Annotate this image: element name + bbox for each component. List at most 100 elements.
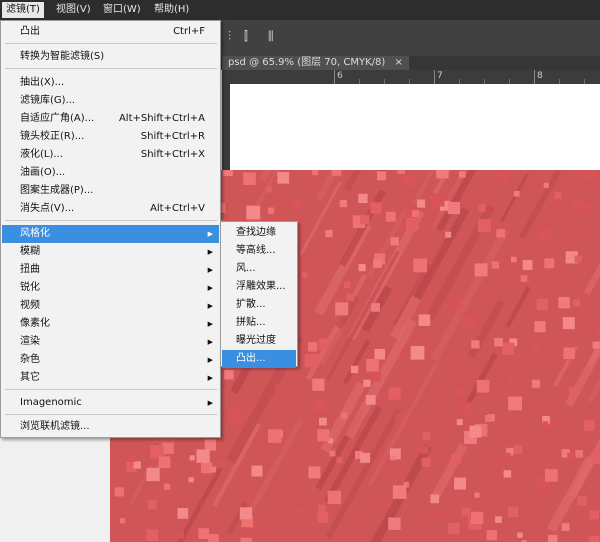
- extrude-block: [595, 326, 600, 337]
- extrude-block: [277, 171, 290, 184]
- extrude-block: [210, 466, 216, 473]
- menu-item-pattern-maker[interactable]: 图案生成器(P)...: [2, 182, 219, 200]
- extrude-block: [563, 347, 575, 359]
- extrude-block: [307, 342, 318, 352]
- menu-item-imagenomic[interactable]: Imagenomic ▶: [2, 394, 219, 412]
- extrude-block: [418, 314, 431, 326]
- extrude-block: [485, 415, 492, 422]
- menu-item-vanishing-point[interactable]: 消失点(V)... Alt+Ctrl+V: [2, 200, 219, 218]
- extrude-block: [445, 231, 452, 238]
- menu-item-liquify[interactable]: 液化(L)... Shift+Ctrl+X: [2, 146, 219, 164]
- extrude-block: [162, 442, 174, 454]
- menu-item-pixelate[interactable]: 像素化 ▶: [2, 315, 219, 333]
- align-left-icon[interactable]: ⫶: [228, 29, 231, 44]
- menu-separator: [5, 414, 217, 415]
- extrude-streak: [467, 299, 505, 359]
- menu-item-oil-paint[interactable]: 油画(O)...: [2, 164, 219, 182]
- menu-item-browse-online-filters[interactable]: 浏览联机滤镜...: [2, 418, 219, 436]
- close-icon[interactable]: ×: [394, 57, 402, 68]
- menu-item-video[interactable]: 视频 ▶: [2, 297, 219, 315]
- menu-item-noise[interactable]: 杂色 ▶: [2, 351, 219, 369]
- menu-item-adaptive-wide-angle[interactable]: 自适应广角(A)... Alt+Shift+Ctrl+A: [2, 110, 219, 128]
- ruler-label: 7: [437, 71, 443, 81]
- extrude-block: [319, 417, 327, 426]
- extrude-block: [189, 455, 195, 461]
- menu-help[interactable]: 帮助(H): [150, 2, 193, 18]
- menu-item-label: 转换为智能滤镜(S): [20, 51, 105, 62]
- ruler-tick: [434, 70, 435, 84]
- submenu-item-diffuse[interactable]: 扩散...: [222, 296, 296, 314]
- menu-item-sharpen[interactable]: 锐化 ▶: [2, 279, 219, 297]
- extrude-block: [395, 414, 403, 422]
- submenu-item-solarize[interactable]: 曝光过度: [222, 332, 296, 350]
- align-center-icon[interactable]: ⫿: [244, 29, 248, 44]
- filter-menu: 凸出 Ctrl+F 转换为智能滤镜(S) 抽出(X)... 滤镜库(G)... …: [0, 20, 221, 438]
- extrude-block: [510, 256, 517, 263]
- extrude-block: [455, 386, 466, 398]
- extrude-block: [308, 466, 321, 479]
- extrude-block: [114, 487, 124, 497]
- extrude-block: [448, 522, 460, 535]
- extrude-block: [339, 199, 347, 208]
- extrude-block: [390, 455, 396, 461]
- extrude-block: [128, 454, 136, 462]
- extrude-block: [537, 228, 552, 242]
- menu-separator: [5, 43, 217, 44]
- distribute-icon[interactable]: ⫼: [268, 29, 274, 44]
- extrude-block: [335, 302, 349, 316]
- extrude-block: [365, 395, 376, 405]
- extrude-block: [223, 170, 233, 177]
- extrude-block: [413, 258, 428, 273]
- menu-item-label: 模糊: [20, 246, 40, 257]
- menu-item-label: 渲染: [20, 336, 40, 347]
- extrude-block: [198, 528, 209, 539]
- extrude-block: [146, 529, 159, 542]
- submenu-item-extrude[interactable]: 凸出...: [222, 350, 296, 368]
- extrude-block: [449, 296, 462, 309]
- menu-item-label: 视频: [20, 300, 40, 311]
- menu-view[interactable]: 视图(V): [52, 2, 95, 18]
- extrude-block: [325, 229, 333, 238]
- extrude-block: [177, 508, 189, 519]
- extrude-block: [421, 457, 431, 467]
- extrude-block: [548, 534, 558, 542]
- extrude-block: [454, 477, 467, 490]
- submenu-item-trace-contour[interactable]: 等高线...: [222, 242, 296, 260]
- extrude-block: [402, 175, 415, 188]
- submenu-item-find-edges[interactable]: 查找边缘: [222, 224, 296, 242]
- menu-item-extract[interactable]: 抽出(X)...: [2, 74, 219, 92]
- submenu-item-emboss[interactable]: 浮雕效果...: [222, 278, 296, 296]
- menu-filter[interactable]: 滤镜(T): [2, 2, 44, 18]
- menu-item-blur[interactable]: 模糊 ▶: [2, 243, 219, 261]
- menu-item-lens-correction[interactable]: 镜头校正(R)... Shift+Ctrl+R: [2, 128, 219, 146]
- extrude-block: [370, 202, 382, 214]
- extrude-block: [266, 186, 273, 193]
- menu-item-render[interactable]: 渲染 ▶: [2, 333, 219, 351]
- extrude-block: [494, 338, 503, 347]
- document-tab[interactable]: psd @ 65.9% (图层 70, CMYK/8) ×: [222, 56, 409, 70]
- menu-item-other[interactable]: 其它 ▶: [2, 369, 219, 387]
- extrude-block: [239, 507, 252, 520]
- menu-item-convert-smart-filter[interactable]: 转换为智能滤镜(S): [2, 48, 219, 66]
- extrude-block: [562, 317, 575, 330]
- extrude-block: [451, 453, 462, 464]
- menu-item-last-filter[interactable]: 凸出 Ctrl+F: [2, 23, 219, 41]
- menu-item-filter-gallery[interactable]: 滤镜库(G)...: [2, 92, 219, 110]
- menu-item-distort[interactable]: 扭曲 ▶: [2, 261, 219, 279]
- menu-window[interactable]: 窗口(W): [99, 2, 145, 18]
- extrude-block: [520, 275, 528, 282]
- submenu-item-tiles[interactable]: 拼贴...: [222, 314, 296, 332]
- submenu-item-wind[interactable]: 风...: [222, 260, 296, 278]
- extrude-block: [528, 355, 536, 362]
- extrude-block: [430, 494, 440, 504]
- extrude-block: [317, 512, 329, 523]
- extrude-block: [412, 210, 419, 218]
- extrude-block: [228, 410, 242, 424]
- extrude-block: [478, 204, 486, 212]
- extrude-block: [469, 425, 482, 438]
- extrude-block: [318, 338, 330, 350]
- menu-item-stylize[interactable]: 风格化 ▶: [2, 225, 219, 243]
- extrude-block: [204, 439, 216, 451]
- extrude-streak: [519, 170, 562, 240]
- extrude-block: [373, 259, 382, 268]
